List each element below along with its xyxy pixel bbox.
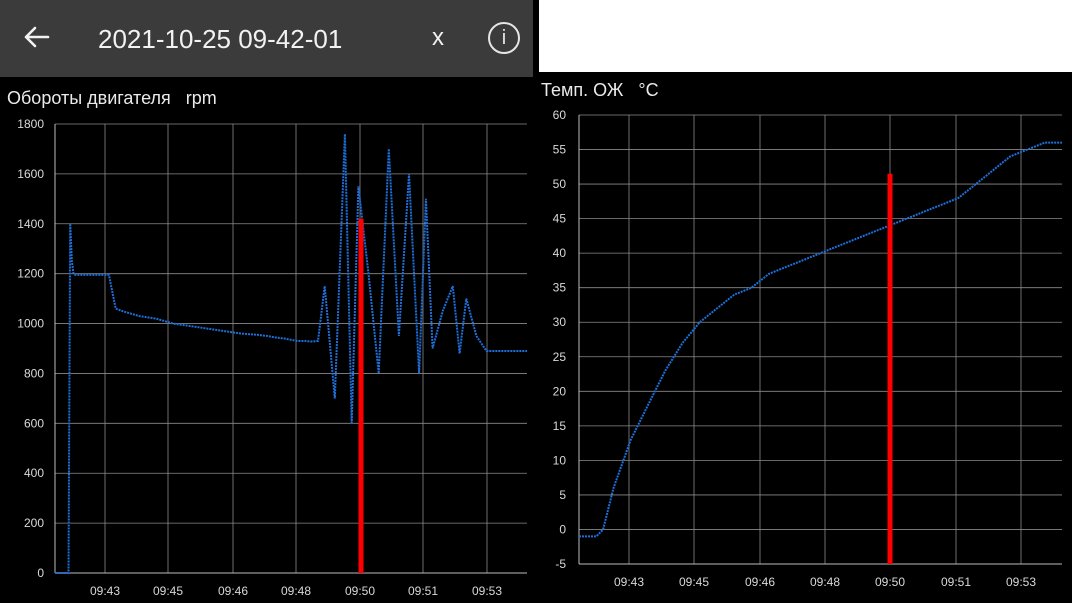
y-tick-label: 0 bbox=[37, 566, 44, 580]
x-tick-label: 09:50 bbox=[875, 575, 905, 589]
y-tick-label: 40 bbox=[553, 246, 567, 260]
y-tick-label: 5 bbox=[559, 488, 566, 502]
y-tick-label: 1600 bbox=[17, 167, 44, 181]
x-tick-label: 09:43 bbox=[90, 584, 120, 598]
y-tick-label: -5 bbox=[555, 557, 566, 571]
x-tick-label: 09:45 bbox=[679, 575, 709, 589]
x-tick-label: 09:43 bbox=[614, 575, 644, 589]
y-tick-label: 20 bbox=[553, 384, 567, 398]
y-tick-label: 10 bbox=[553, 453, 567, 467]
x-tick-label: 09:50 bbox=[345, 584, 375, 598]
y-tick-label: 15 bbox=[553, 419, 567, 433]
x-tick-label: 09:51 bbox=[408, 584, 438, 598]
y-tick-label: 25 bbox=[553, 350, 567, 364]
x-tick-label: 09:48 bbox=[810, 575, 840, 589]
series-line bbox=[579, 141, 1062, 538]
y-tick-label: 0 bbox=[559, 522, 566, 536]
charts-canvas: 02004006008001000120014001600180009:43 09… bbox=[17, 108, 1062, 598]
y-tick-label: 200 bbox=[24, 516, 44, 530]
y-tick-label: 1800 bbox=[17, 117, 44, 131]
x-tick-label: 09:53 bbox=[472, 584, 502, 598]
x-tick-label: 09:53 bbox=[1006, 575, 1036, 589]
y-tick-label: 55 bbox=[553, 143, 567, 157]
x-tick-label: 09:45 bbox=[153, 584, 183, 598]
y-tick-label: 45 bbox=[553, 212, 567, 226]
y-tick-label: 600 bbox=[24, 416, 44, 430]
y-tick-label: 800 bbox=[24, 366, 44, 380]
x-tick-label: 09:51 bbox=[941, 575, 971, 589]
x-tick-label: 09:46 bbox=[218, 584, 248, 598]
series-line bbox=[55, 133, 527, 574]
y-tick-label: 400 bbox=[24, 466, 44, 480]
y-tick-label: 1000 bbox=[17, 317, 44, 331]
y-tick-label: 60 bbox=[553, 108, 567, 122]
y-tick-label: 50 bbox=[553, 177, 567, 191]
x-tick-label: 09:48 bbox=[281, 584, 311, 598]
x-tick-label: 09:46 bbox=[745, 575, 775, 589]
y-tick-label: 35 bbox=[553, 281, 567, 295]
y-tick-label: 1200 bbox=[17, 267, 44, 281]
y-tick-label: 1400 bbox=[17, 217, 44, 231]
y-tick-label: 30 bbox=[553, 315, 567, 329]
